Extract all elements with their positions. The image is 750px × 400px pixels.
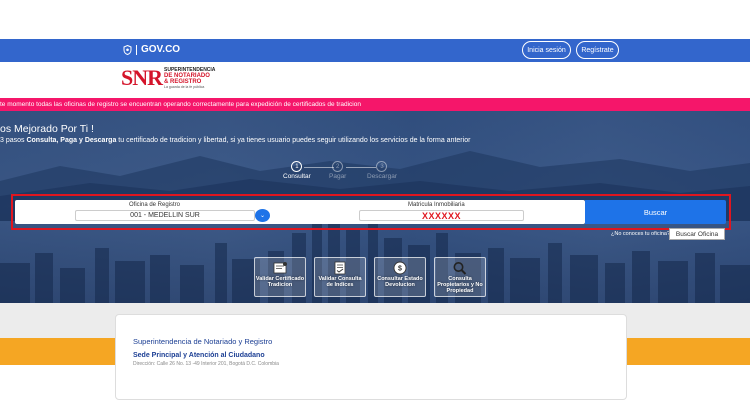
govco-bar: GOV.CO Inicia sesión Regístrate [0, 39, 750, 62]
govco-logo-text: GOV.CO [141, 44, 181, 55]
step-number: 1 [291, 161, 303, 172]
status-alert-banner: te momento todas las oficinas de registr… [0, 98, 750, 111]
register-button[interactable]: Regístrate [576, 41, 619, 59]
money-icon: $ [393, 261, 407, 275]
govco-separator [136, 44, 137, 55]
step-label: Consultar [283, 173, 311, 180]
hero-subtitle-bold: Consulta, Paga y Descarga [26, 137, 117, 144]
snr-logo[interactable]: SNR SUPERINTENDENCIA DE NOTARIADO & REGI… [121, 66, 215, 94]
snr-logo-text: SUPERINTENDENCIA DE NOTARIADO & REGISTRO… [164, 68, 215, 90]
card-subtitle: Sede Principal y Atención al Ciudadano [133, 352, 265, 359]
search-highlight-outline [11, 194, 731, 230]
tile-validar-certificado[interactable]: Validar Certificado Tradicion [254, 257, 306, 297]
tile-label: Validar Consulta de Indices [318, 276, 362, 288]
hero-title: os Mejorado Por Ti ! [0, 123, 94, 135]
hero-subtitle: 3 pasos Consulta, Paga y Descarga tu cer… [0, 137, 470, 144]
hero-subtitle-post: tu certificado de tradicion y libertad, … [116, 137, 471, 144]
process-steps: 1 Consultar 2 Pagar 3 Descargar [280, 161, 420, 183]
step-number: 3 [376, 161, 388, 172]
login-button[interactable]: Inicia sesión [522, 41, 571, 59]
step-descargar: 3 Descargar [367, 161, 397, 180]
govco-logo[interactable]: GOV.CO [123, 44, 180, 55]
certificate-icon [273, 262, 287, 274]
tile-label: Consulta Propietarios y No Propiedad [437, 276, 483, 294]
svg-text:$: $ [398, 266, 402, 273]
colombia-shield-icon [123, 44, 132, 55]
step-consultar: 1 Consultar [283, 161, 311, 180]
contact-info-card: Superintendencia de Notariado y Registro… [115, 314, 627, 400]
hero-subtitle-pre: 3 pasos [0, 137, 27, 144]
buscar-oficina-button[interactable]: Buscar Oficina [669, 228, 725, 240]
tile-validar-consulta[interactable]: Validar Consulta de Indices [314, 257, 366, 297]
magnifier-icon [453, 262, 467, 275]
tile-consulta-propietarios[interactable]: Consulta Propietarios y No Propiedad [434, 257, 486, 297]
document-check-icon [334, 261, 346, 275]
tile-consultar-devolucion[interactable]: $ Consultar Estado Devolucion [374, 257, 426, 297]
tile-label: Consultar Estado Devolucion [377, 276, 423, 288]
brand-bar: SNR SUPERINTENDENCIA DE NOTARIADO & REGI… [0, 62, 750, 98]
step-label: Pagar [329, 173, 347, 180]
step-number: 2 [332, 161, 344, 172]
step-label: Descargar [367, 173, 397, 180]
page: GOV.CO Inicia sesión Regístrate SNR SUPE… [0, 0, 750, 400]
oficina-question: ¿No conoces tu oficina? [611, 231, 671, 237]
card-address: Dirección: Calle 26 No. 13 -49 Interior … [133, 361, 279, 367]
tile-label: Validar Certificado Tradicion [255, 276, 305, 288]
step-pagar: 2 Pagar [329, 161, 346, 180]
card-title: Superintendencia de Notariado y Registro [133, 337, 273, 346]
snr-logo-mark: SNR [121, 65, 163, 90]
snr-tagline: La guarda de la fe pública [164, 85, 205, 89]
